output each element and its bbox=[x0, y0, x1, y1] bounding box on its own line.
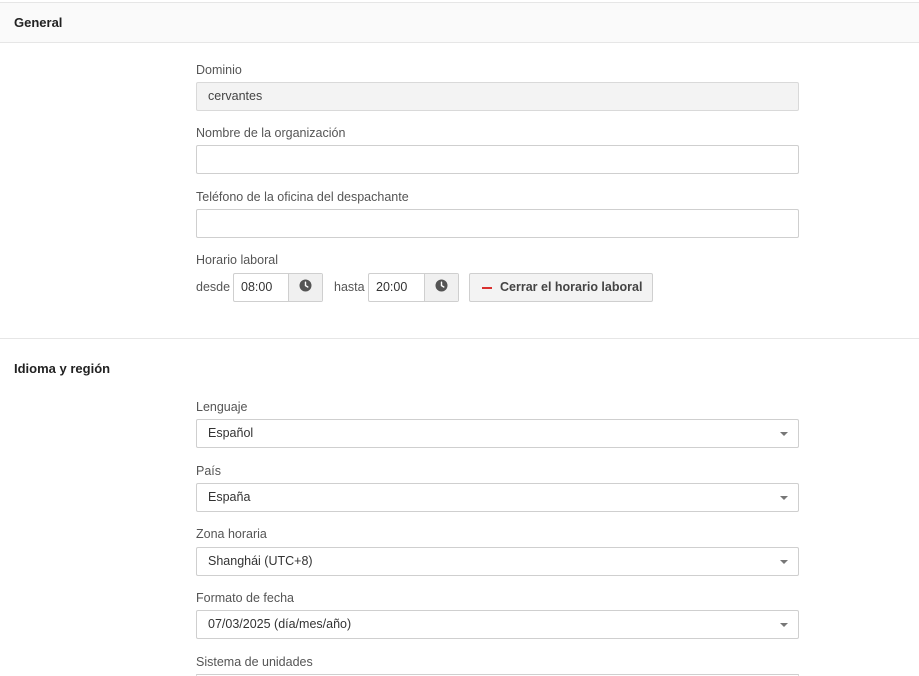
country-label: País bbox=[196, 464, 222, 478]
language-select[interactable]: Español bbox=[196, 419, 799, 448]
date-format-select[interactable]: 07/03/2025 (día/mes/año) bbox=[196, 610, 799, 639]
minus-icon bbox=[482, 287, 492, 289]
organization-name-input[interactable] bbox=[196, 145, 799, 174]
from-time-picker[interactable]: 08:00 bbox=[233, 273, 323, 302]
close-working-hours-label: Cerrar el horario laboral bbox=[500, 280, 643, 294]
from-time-input[interactable]: 08:00 bbox=[234, 274, 288, 301]
clock-icon bbox=[435, 279, 448, 297]
language-value: Español bbox=[208, 426, 254, 440]
phone-label: Teléfono de la oficina del despachante bbox=[196, 190, 409, 204]
to-label: hasta bbox=[334, 280, 365, 294]
language-label: Lenguaje bbox=[196, 400, 248, 414]
section-title-region: Idioma y región bbox=[14, 361, 111, 376]
to-time-input[interactable]: 20:00 bbox=[369, 274, 424, 301]
timezone-select[interactable]: Shanghái (UTC+8) bbox=[196, 547, 799, 576]
from-clock-button[interactable] bbox=[287, 274, 322, 301]
section-title-general: General bbox=[14, 15, 63, 30]
section-header-general: General bbox=[0, 2, 919, 43]
to-clock-button[interactable] bbox=[423, 274, 458, 301]
caret-down-icon bbox=[780, 496, 788, 500]
caret-down-icon bbox=[780, 560, 788, 564]
section-divider bbox=[0, 338, 919, 339]
dispatcher-phone-input[interactable] bbox=[196, 209, 799, 238]
units-label: Sistema de unidades bbox=[196, 655, 313, 669]
to-time-picker[interactable]: 20:00 bbox=[368, 273, 459, 302]
caret-down-icon bbox=[780, 432, 788, 436]
country-select[interactable]: España bbox=[196, 483, 799, 512]
country-value: España bbox=[208, 490, 251, 504]
clock-icon bbox=[299, 279, 312, 297]
date-format-label: Formato de fecha bbox=[196, 591, 294, 605]
section-header-region: Idioma y región bbox=[0, 352, 919, 386]
from-label: desde bbox=[196, 280, 231, 294]
domain-label: Dominio bbox=[196, 63, 242, 77]
domain-field: cervantes bbox=[196, 82, 799, 111]
timezone-label: Zona horaria bbox=[196, 527, 267, 541]
organization-label: Nombre de la organización bbox=[196, 126, 346, 140]
close-working-hours-button[interactable]: Cerrar el horario laboral bbox=[469, 273, 653, 302]
settings-page: General Dominio cervantes Nombre de la o… bbox=[0, 0, 919, 676]
date-format-value: 07/03/2025 (día/mes/año) bbox=[208, 617, 352, 631]
timezone-value: Shanghái (UTC+8) bbox=[208, 554, 313, 568]
caret-down-icon bbox=[780, 623, 788, 627]
working-hours-label: Horario laboral bbox=[196, 253, 278, 267]
